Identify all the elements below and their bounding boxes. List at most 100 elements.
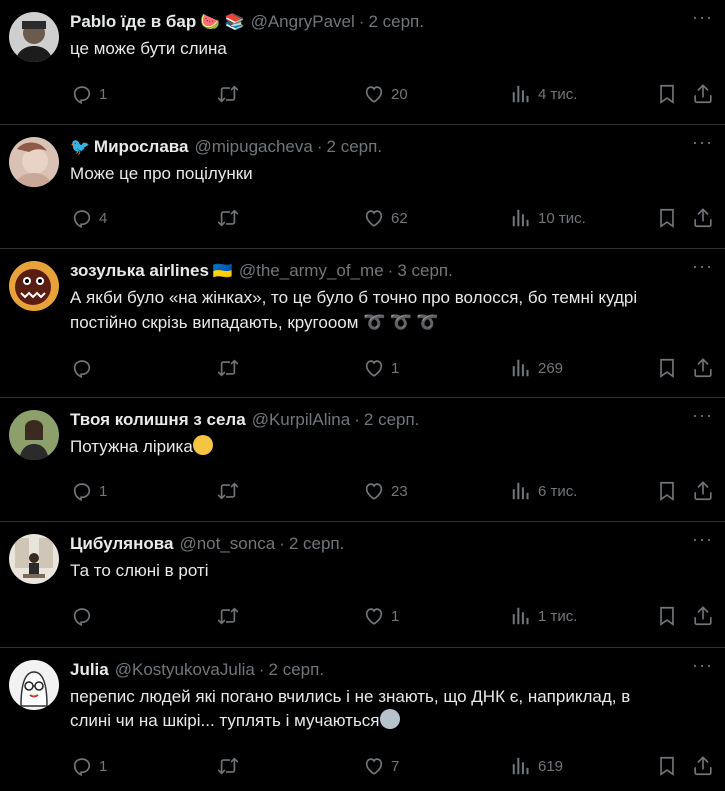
share-button[interactable] [692, 755, 714, 777]
tweet-actions: 1 23 6 тис. [0, 472, 709, 512]
reply-button[interactable]: 1 [71, 83, 107, 105]
bookmark-button[interactable] [656, 480, 678, 502]
tweet-text-line: постійно скрізь випадають, кругооом ➰➰➰ [70, 310, 709, 335]
author-handle[interactable]: @not_sonca [179, 534, 275, 554]
bookmark-button[interactable] [656, 755, 678, 777]
reply-count: 1 [99, 482, 108, 500]
tweet-date[interactable]: 2 серп. [327, 137, 383, 157]
reply-button[interactable]: 1 [71, 480, 107, 502]
share-button[interactable] [692, 83, 714, 105]
bookmark-icon [656, 83, 678, 105]
avatar[interactable] [9, 12, 59, 62]
retweet-button[interactable] [217, 357, 239, 379]
reply-button[interactable] [71, 357, 99, 379]
tweet[interactable]: Твоя колишня з села @KurpilAlina · 2 сер… [0, 398, 725, 522]
author-name[interactable]: Pablo їде в бар [70, 12, 196, 32]
views-icon [510, 83, 532, 105]
like-button[interactable]: 23 [363, 480, 408, 502]
share-icon [692, 357, 714, 379]
author-handle[interactable]: @the_army_of_me [239, 261, 384, 281]
author-handle[interactable]: @KurpilAlina [252, 410, 351, 430]
like-button[interactable]: 1 [363, 605, 399, 627]
more-icon[interactable]: ··· [692, 133, 713, 151]
views-button[interactable]: 10 тис. [510, 207, 586, 229]
tweet[interactable]: Pablo їде в бар 🍉 📚 @AngryPavel · 2 серп… [0, 0, 725, 125]
views-button[interactable]: 1 тис. [510, 605, 577, 627]
tweet-date[interactable]: 2 серп. [289, 534, 345, 554]
tweet-actions: 1 269 [0, 349, 709, 389]
retweet-button[interactable] [217, 755, 239, 777]
reply-icon [71, 83, 93, 105]
tweet-text: Та то слюні в роті [70, 561, 209, 580]
avatar[interactable] [9, 534, 59, 584]
tweet-date[interactable]: 2 серп. [364, 410, 420, 430]
views-button[interactable]: 269 [510, 357, 563, 379]
reply-count: 1 [99, 757, 108, 775]
tweet[interactable]: зозулька airlines 🇺🇦 @the_army_of_me · 3… [0, 249, 725, 398]
share-button[interactable] [692, 207, 714, 229]
like-button[interactable]: 1 [363, 357, 399, 379]
more-icon[interactable]: ··· [692, 656, 713, 674]
avatar[interactable] [9, 410, 59, 460]
tweet-date[interactable]: 3 серп. [397, 261, 453, 281]
tweet-text-part: Потужна лірика [70, 437, 193, 456]
retweet-button[interactable] [217, 207, 239, 229]
reply-icon [71, 480, 93, 502]
share-icon [692, 755, 714, 777]
reply-button[interactable]: 1 [71, 755, 107, 777]
tweet-actions: 1 7 619 [0, 747, 709, 787]
share-icon [692, 605, 714, 627]
reply-icon [71, 755, 93, 777]
share-icon [692, 207, 714, 229]
bookmark-button[interactable] [656, 605, 678, 627]
author-handle[interactable]: @AngryPavel [251, 12, 355, 32]
retweet-button[interactable] [217, 605, 239, 627]
tweet-text: перепис людей які погано вчились і не зн… [70, 685, 709, 733]
like-count: 1 [391, 359, 400, 377]
author-name[interactable]: Julia [70, 660, 109, 680]
reply-button[interactable] [71, 605, 99, 627]
author-handle[interactable]: @mipugacheva [194, 137, 312, 157]
tweet-actions: 4 62 10 тис. [0, 199, 709, 239]
like-button[interactable]: 62 [363, 207, 408, 229]
more-icon[interactable]: ··· [692, 406, 713, 424]
reply-count: 4 [99, 209, 108, 227]
retweet-button[interactable] [217, 480, 239, 502]
author-name[interactable]: Цибулянова [70, 534, 173, 554]
author-name[interactable]: Твоя колишня з села [70, 410, 246, 430]
views-button[interactable]: 619 [510, 755, 563, 777]
reply-button[interactable]: 4 [71, 207, 107, 229]
avatar[interactable] [9, 261, 59, 311]
more-icon[interactable]: ··· [692, 8, 713, 26]
like-count: 1 [391, 607, 400, 625]
more-icon[interactable]: ··· [692, 257, 713, 275]
like-button[interactable]: 7 [363, 755, 399, 777]
separator-dot: · [316, 137, 323, 156]
more-icon[interactable]: ··· [692, 530, 713, 548]
bookmark-button[interactable] [656, 207, 678, 229]
share-button[interactable] [692, 480, 714, 502]
view-count: 1 тис. [538, 607, 578, 625]
author-badges: 🐦 [70, 139, 90, 156]
tweet[interactable]: Julia @KostyukovaJulia · 2 серп. ··· пер… [0, 648, 725, 791]
like-button[interactable]: 20 [363, 83, 408, 105]
tweet-date[interactable]: 2 серп. [269, 660, 325, 680]
author-name[interactable]: зозулька airlines [70, 261, 209, 281]
tweet-text-line: слині чи на шкірі... туплять і мучаються [70, 709, 709, 733]
avatar[interactable] [9, 660, 59, 710]
views-button[interactable]: 4 тис. [510, 83, 577, 105]
share-button[interactable] [692, 605, 714, 627]
bookmark-button[interactable] [656, 357, 678, 379]
author-name[interactable]: Мирослава [94, 137, 189, 157]
tweet[interactable]: Цибулянова @not_sonca · 2 серп. ··· Та т… [0, 522, 725, 648]
retweet-button[interactable] [217, 83, 239, 105]
like-icon [363, 605, 385, 627]
share-button[interactable] [692, 357, 714, 379]
like-icon [363, 480, 385, 502]
views-button[interactable]: 6 тис. [510, 480, 577, 502]
avatar[interactable] [9, 137, 59, 187]
tweet-date[interactable]: 2 серп. [368, 12, 424, 32]
author-handle[interactable]: @KostyukovaJulia [115, 660, 255, 680]
tweet[interactable]: 🐦 Мирослава @mipugacheva · 2 серп. ··· М… [0, 125, 725, 249]
bookmark-button[interactable] [656, 83, 678, 105]
